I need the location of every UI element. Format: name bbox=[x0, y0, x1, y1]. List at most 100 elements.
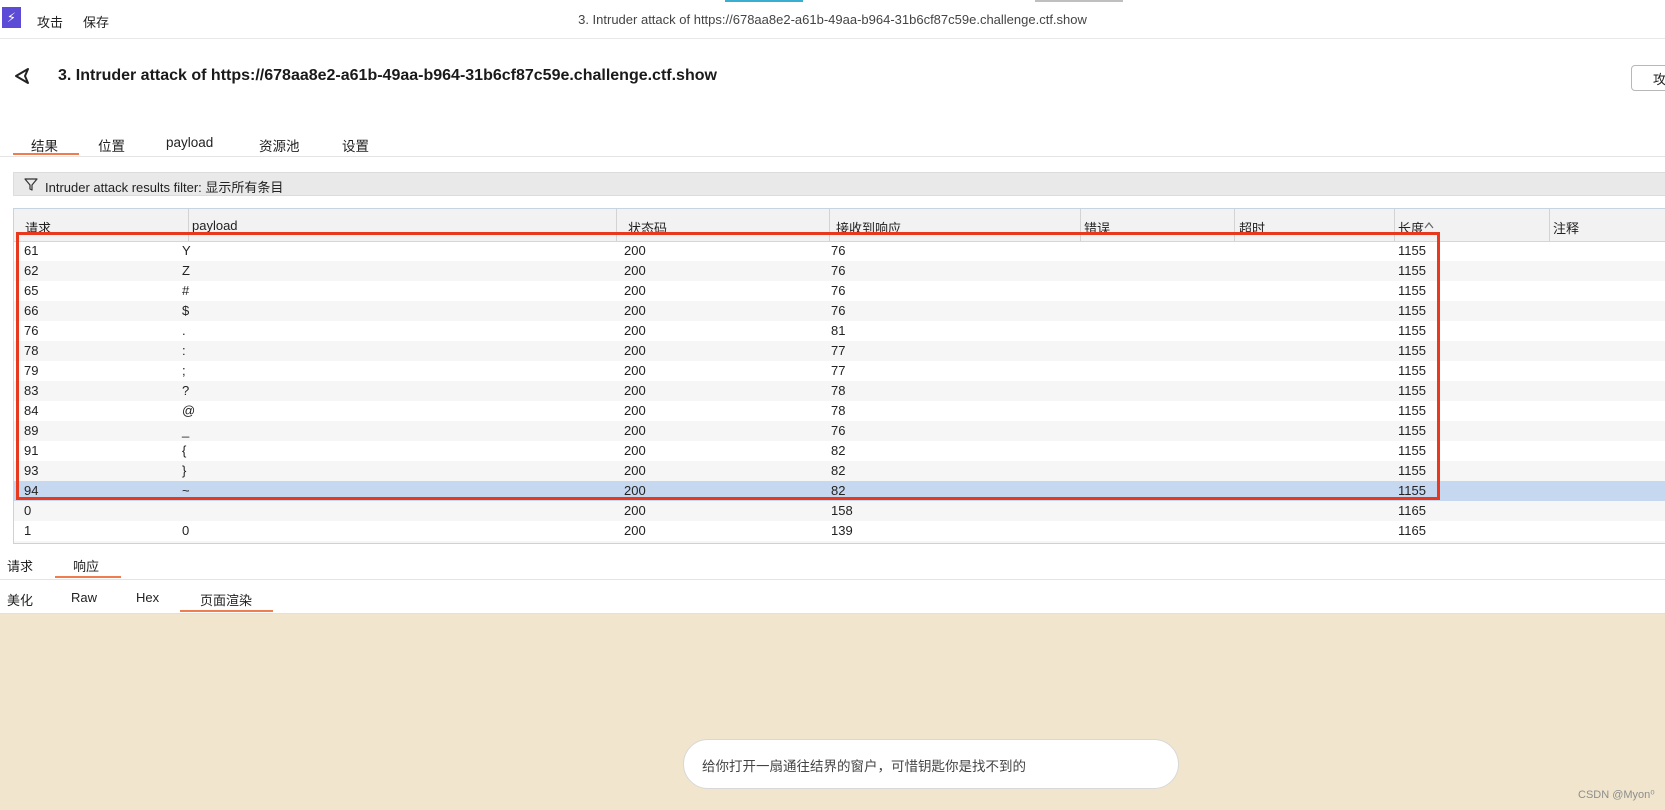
column-header-status[interactable]: 状态码 bbox=[628, 218, 667, 237]
cell-response-received: 77 bbox=[831, 363, 846, 378]
tab-render[interactable]: 页面渲染 bbox=[200, 590, 252, 609]
sort-up-icon bbox=[1424, 222, 1434, 229]
cell-length: 1155 bbox=[1398, 303, 1426, 318]
table-row[interactable]: 1 0 200 139 1165 bbox=[14, 521, 1665, 541]
table-row[interactable]: 89 _ 200 76 1155 bbox=[14, 421, 1665, 441]
attack-button[interactable]: 攻击 bbox=[1631, 65, 1665, 91]
render-panel: 给你打开一扇通往结界的窗户，可惜钥匙你是找不到的 CSDN @Myon⁰ bbox=[0, 614, 1665, 810]
cell-status: 200 bbox=[624, 323, 646, 338]
table-row[interactable]: 84 @200 78 1155 bbox=[14, 401, 1665, 421]
tabs-divider bbox=[0, 156, 1665, 157]
cell-response-received: 139 bbox=[831, 523, 853, 538]
cell-length: 1155 bbox=[1398, 483, 1426, 498]
cell-length: 1155 bbox=[1398, 263, 1426, 278]
table-row[interactable]: 93} 200 82 1155 bbox=[14, 461, 1665, 481]
table-row[interactable]: 91 {200 82 1155 bbox=[14, 441, 1665, 461]
column-resizer[interactable] bbox=[1234, 209, 1235, 241]
tab-pretty[interactable]: 美化 bbox=[7, 590, 33, 609]
cell-request: 89 bbox=[24, 423, 39, 438]
tab-payload[interactable]: payload bbox=[166, 135, 213, 150]
column-header-payload[interactable]: payload bbox=[192, 218, 238, 233]
table-row[interactable]: 62 Z 200 76 1155 bbox=[14, 261, 1665, 281]
cell-request: 65 bbox=[24, 283, 39, 298]
cell-request: 91 bbox=[24, 443, 39, 458]
column-header-error[interactable]: 错误 bbox=[1084, 218, 1110, 237]
cell-request: 2 bbox=[24, 543, 31, 544]
cell-status: 200 bbox=[624, 263, 646, 278]
cell-length: 1155 bbox=[1398, 403, 1426, 418]
cell-request: 93 bbox=[24, 463, 39, 478]
cell-response-received: 78 bbox=[831, 403, 846, 418]
column-header-response-received[interactable]: 接收到响应 bbox=[836, 218, 901, 237]
tab-results[interactable]: 结果 bbox=[31, 135, 58, 155]
cell-length: 1155 bbox=[1398, 383, 1426, 398]
table-row[interactable]: 78: 200 77 1155 bbox=[14, 341, 1665, 361]
cell-payload: } bbox=[182, 463, 187, 478]
cell-payload: ? bbox=[182, 383, 190, 398]
table-row[interactable]: 0 200 158 1165 bbox=[14, 501, 1665, 521]
cell-length: 1155 bbox=[1398, 463, 1426, 478]
title-accent-line-2 bbox=[1035, 0, 1123, 2]
cell-payload: 1 bbox=[182, 543, 189, 544]
tab-response[interactable]: 响应 bbox=[73, 556, 99, 575]
tab-hex[interactable]: Hex bbox=[136, 590, 159, 605]
column-resizer[interactable] bbox=[188, 209, 189, 241]
cell-request: 78 bbox=[24, 343, 39, 358]
cell-payload: @ bbox=[182, 403, 196, 418]
cell-status: 200 bbox=[624, 423, 646, 438]
table-row[interactable]: 2 1 200 139 1165 bbox=[14, 541, 1665, 544]
column-header-comment[interactable]: 注释 bbox=[1553, 218, 1579, 237]
table-row[interactable]: 65 #200 76 1155 bbox=[14, 281, 1665, 301]
table-row[interactable]: 61 Y 200 76 1155 bbox=[14, 241, 1665, 261]
cell-status: 200 bbox=[624, 503, 646, 518]
tab-raw[interactable]: Raw bbox=[71, 590, 97, 605]
cell-status: 200 bbox=[624, 523, 646, 538]
cell-status: 200 bbox=[624, 363, 646, 378]
column-resizer[interactable] bbox=[616, 209, 617, 241]
cell-request: 66 bbox=[24, 303, 39, 318]
cell-response-received: 82 bbox=[831, 463, 846, 478]
table-row[interactable]: 79; 200 77 1155 bbox=[14, 361, 1665, 381]
cell-length: 1155 bbox=[1398, 283, 1426, 298]
cell-payload: ; bbox=[182, 363, 186, 378]
cell-status: 200 bbox=[624, 443, 646, 458]
column-resizer[interactable] bbox=[1394, 209, 1395, 241]
tab-resource-pool[interactable]: 资源池 bbox=[259, 135, 300, 155]
cell-request: 1 bbox=[24, 523, 32, 538]
cell-length: 1165 bbox=[1398, 523, 1426, 538]
cell-response-received: 158 bbox=[831, 503, 853, 518]
column-header-request[interactable]: 请求 bbox=[25, 218, 51, 237]
results-filter-bar[interactable]: Intruder attack results filter: 显示所有条目 bbox=[13, 172, 1665, 196]
cell-length: 1155 bbox=[1398, 423, 1426, 438]
table-row[interactable]: 94 ~200 82 1155 bbox=[14, 481, 1665, 501]
cell-payload: Y bbox=[182, 243, 191, 258]
cell-response-received: 76 bbox=[831, 423, 846, 438]
cell-response-received: 76 bbox=[831, 303, 846, 318]
column-header-timeout[interactable]: 超时 bbox=[1239, 218, 1265, 237]
cell-length: 1155 bbox=[1398, 323, 1426, 338]
table-row[interactable]: 66 $200 76 1155 bbox=[14, 301, 1665, 321]
tab-positions[interactable]: 位置 bbox=[98, 135, 125, 155]
page-title: 3. Intruder attack of https://678aa8e2-a… bbox=[58, 67, 717, 84]
column-resizer[interactable] bbox=[829, 209, 830, 241]
back-arrow-icon[interactable] bbox=[12, 66, 34, 86]
cell-response-received: 78 bbox=[831, 383, 846, 398]
tab-settings[interactable]: 设置 bbox=[342, 135, 369, 155]
cell-payload: _ bbox=[182, 423, 190, 438]
tab-request[interactable]: 请求 bbox=[7, 556, 33, 575]
title-bar: ⚡ 攻击 保存 3. Intruder attack of https://67… bbox=[0, 0, 1665, 39]
cell-request: 94 bbox=[24, 483, 39, 498]
table-row[interactable]: 76. 200 81 1155 bbox=[14, 321, 1665, 341]
cell-length: 1155 bbox=[1398, 243, 1426, 258]
cell-status: 200 bbox=[624, 303, 646, 318]
cell-length: 1155 bbox=[1398, 443, 1426, 458]
cell-payload: . bbox=[182, 323, 186, 338]
cell-payload: { bbox=[182, 443, 187, 458]
cell-response-received: 76 bbox=[831, 283, 846, 298]
column-header-length[interactable]: 长度 bbox=[1398, 218, 1424, 237]
table-row[interactable]: 83? 200 78 1155 bbox=[14, 381, 1665, 401]
column-resizer[interactable] bbox=[1080, 209, 1081, 241]
column-resizer[interactable] bbox=[1549, 209, 1550, 241]
cell-payload: 0 bbox=[182, 523, 190, 538]
results-table[interactable]: 请求 payload 状态码 接收到响应 错误 超时 长度 注释 61 Y 200 7… bbox=[13, 208, 1665, 544]
